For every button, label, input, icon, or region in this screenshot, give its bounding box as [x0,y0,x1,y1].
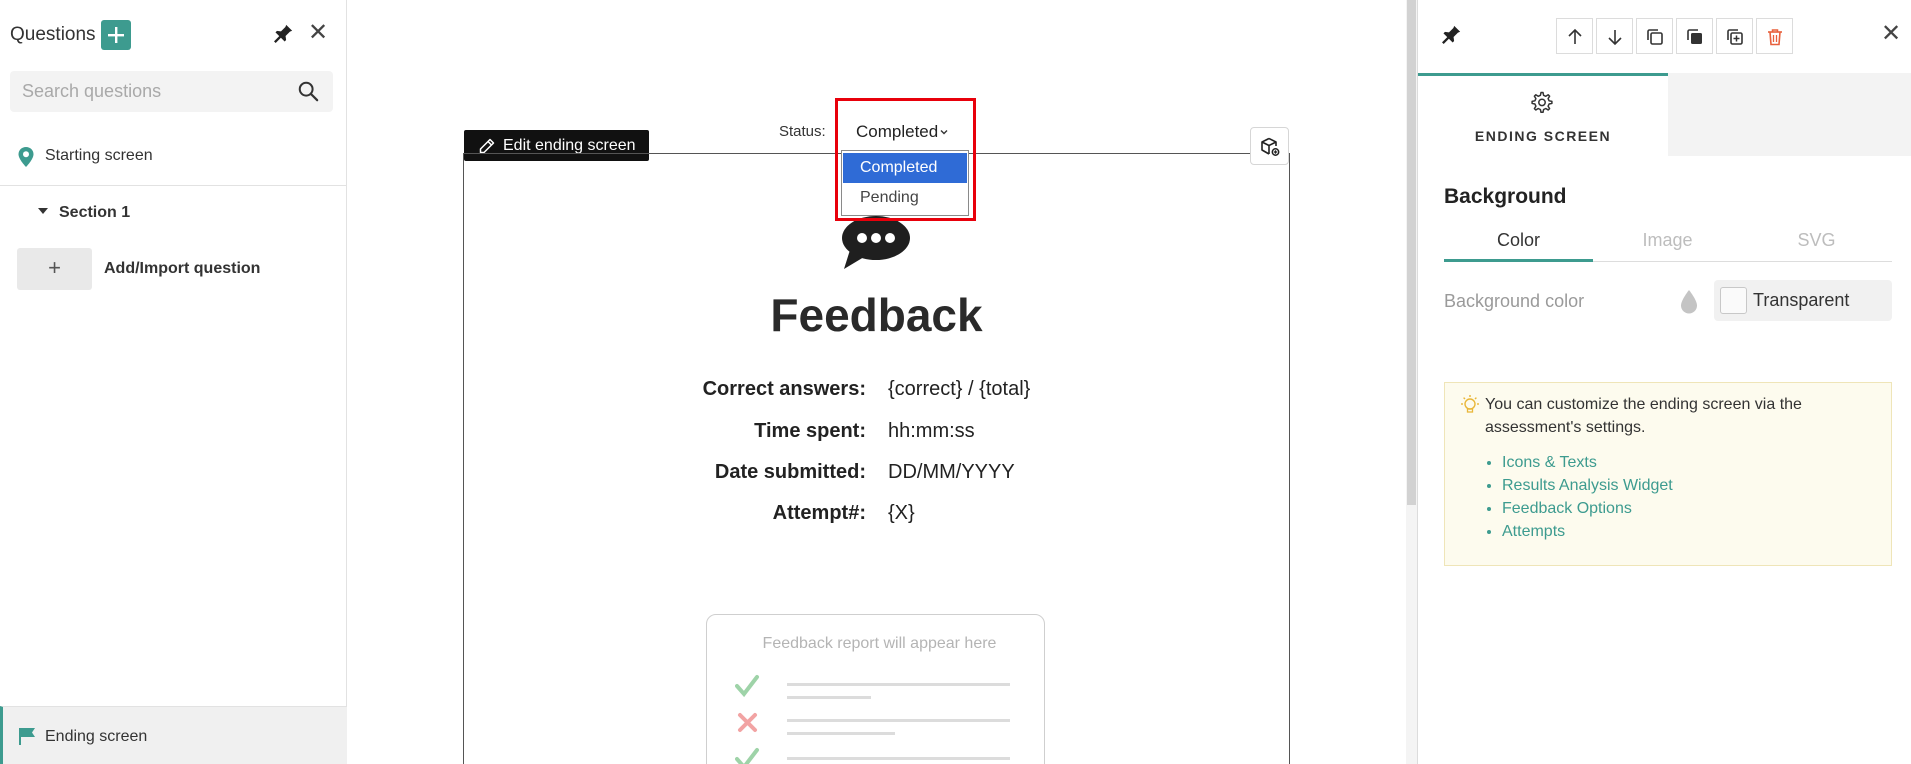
link-results-analysis-widget[interactable]: Results Analysis Widget [1502,474,1673,497]
plus-icon [108,27,124,43]
ending-screen-label: Ending screen [45,728,148,745]
highlight-box [835,98,976,221]
move-down-button[interactable] [1596,18,1633,54]
subtab-color[interactable]: Color [1444,230,1593,251]
add-copy-icon [1727,29,1743,45]
info-value: DD/MM/YYYY [888,461,1015,483]
link-attempts[interactable]: Attempts [1502,520,1673,543]
search-icon[interactable] [297,80,319,102]
properties-tabs: ENDING SCREEN [1418,73,1911,156]
info-key: Time spent: [754,420,866,442]
copy-icon [1647,29,1663,45]
lightbulb-icon [1461,395,1479,413]
questions-header: Questions ✕ [0,0,347,70]
report-illustration [735,675,1010,764]
report-placeholder-text: Feedback report will appear here [762,635,997,652]
properties-toolbar: ✕ [1418,0,1911,73]
questions-panel: Questions ✕ Starting screen [0,0,347,764]
color-swatch[interactable] [1720,287,1747,314]
location-pin-icon [18,147,34,167]
feedback-report-placeholder: Feedback report will appear here [706,614,1045,764]
background-section-title: Background [1444,185,1567,208]
background-color-label: Background color [1444,291,1585,311]
pencil-icon [479,138,495,154]
color-drop-icon[interactable] [1679,289,1699,315]
trash-icon [1768,29,1782,46]
link-feedback-options[interactable]: Feedback Options [1502,497,1673,520]
info-value: hh:mm:ss [888,420,975,442]
properties-panel: ✕ ENDING SCREEN Background Color Image S… [1417,0,1911,764]
subtab-image[interactable]: Image [1593,230,1742,251]
flag-icon [19,728,35,745]
tab-ending-screen-label: ENDING SCREEN [1474,128,1612,144]
info-value: {correct} / {total} [888,378,1031,400]
info-row-correct: Correct answers: {correct} / {total} [463,378,1290,406]
background-color-value: Transparent [1753,290,1850,310]
arrow-up-icon [1568,28,1582,44]
pin-icon[interactable] [272,23,294,45]
info-key: Correct answers: [702,378,866,400]
tip-links: Icons & Texts Results Analysis Widget Fe… [1502,451,1673,543]
starting-screen-item[interactable]: Starting screen [0,136,347,186]
section-label: Section 1 [59,204,131,221]
arrow-down-icon [1608,30,1622,46]
speech-bubble-icon [842,216,910,269]
ending-screen-item[interactable]: Ending screen [0,706,347,764]
tip-text: You can customize the ending screen via … [1485,396,1802,436]
cube-icon [1261,137,1280,156]
search-input[interactable] [10,71,333,112]
edit-ending-screen-label: Edit ending screen [503,137,636,154]
tab-ending-screen[interactable]: ENDING SCREEN [1418,73,1668,156]
add-question-button[interactable] [101,20,131,50]
info-row-attempt: Attempt#: {X} [463,502,1290,530]
info-key: Attempt#: [772,502,866,524]
starting-screen-label: Starting screen [45,147,153,164]
background-subtabs: Color Image SVG [1444,226,1892,262]
active-subtab-underline [1444,259,1593,262]
add-import-button[interactable]: + [17,248,92,290]
copy-button[interactable] [1636,18,1673,54]
info-row-time: Time spent: hh:mm:ss [463,420,1290,448]
add-copy-button[interactable] [1716,18,1753,54]
info-key: Date submitted: [714,461,866,483]
background-color-picker[interactable]: Transparent [1714,280,1892,321]
close-panel-icon[interactable]: ✕ [1881,22,1901,46]
close-panel-icon[interactable]: ✕ [308,21,328,45]
gear-icon [1531,91,1553,114]
cube-settings-button[interactable] [1250,127,1289,165]
info-row-date: Date submitted: DD/MM/YYYY [463,461,1290,489]
section-1-item[interactable]: Section 1 [0,200,347,226]
canvas-scroll-thumb[interactable] [1407,0,1416,505]
feedback-title: Feedback [770,289,983,341]
questions-title: Questions [10,24,96,45]
tip-box: You can customize the ending screen via … [1444,382,1892,566]
duplicate-button[interactable] [1676,18,1713,54]
pin-icon[interactable] [1440,24,1462,46]
app-root: Questions ✕ Starting screen [0,0,1911,764]
add-import-label[interactable]: Add/Import question [104,260,260,278]
caret-down-icon[interactable] [38,208,48,214]
info-value: {X} [888,502,915,524]
move-up-button[interactable] [1556,18,1593,54]
duplicate-icon [1687,29,1702,44]
status-label: Status: [779,123,826,140]
link-icons-texts[interactable]: Icons & Texts [1502,451,1673,474]
delete-button[interactable] [1756,18,1793,54]
subtab-svg[interactable]: SVG [1742,230,1891,251]
